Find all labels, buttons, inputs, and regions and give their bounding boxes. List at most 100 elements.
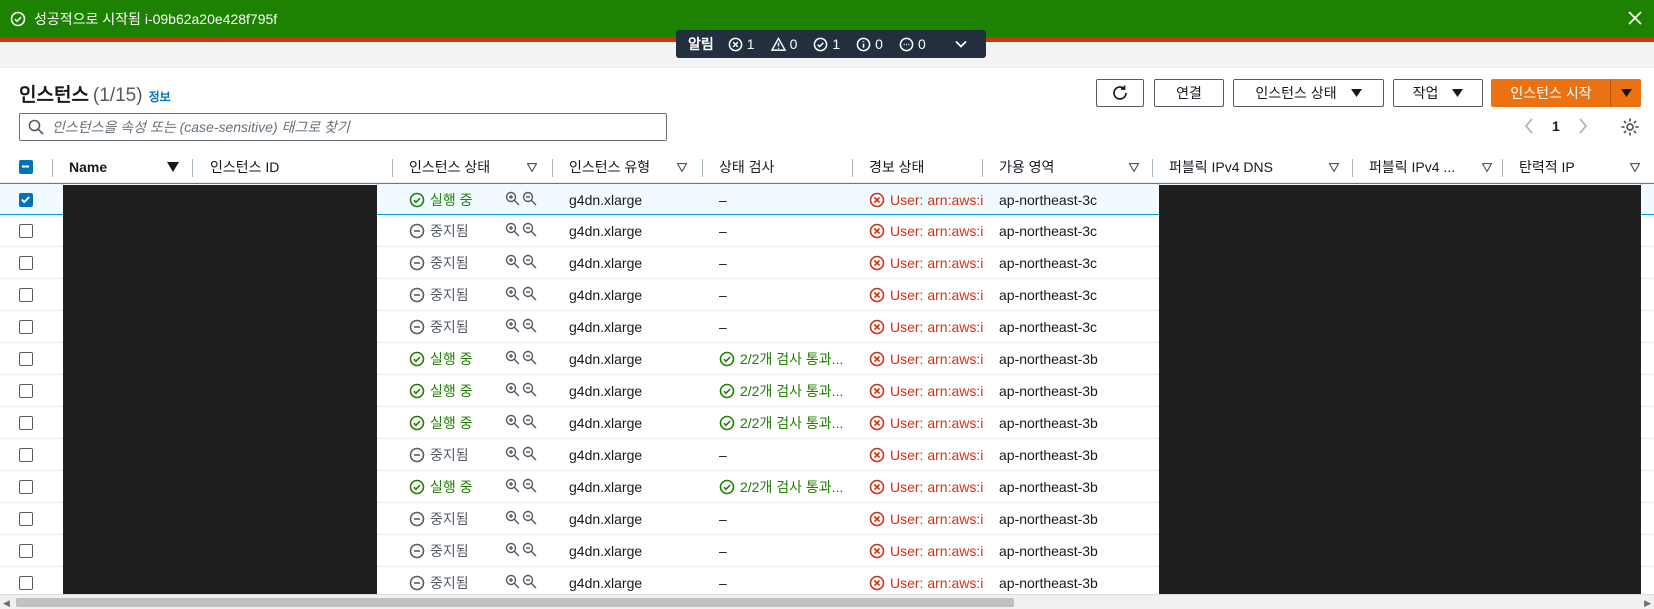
row-checkbox[interactable] [19, 576, 33, 590]
info-link[interactable]: 정보 [149, 90, 171, 104]
zoom-in-icon[interactable] [505, 542, 520, 560]
zoom-in-icon[interactable] [505, 382, 520, 400]
pending-count-item[interactable]: 0 [899, 36, 926, 52]
launch-instance-button[interactable]: 인스턴스 시작 [1491, 79, 1611, 107]
alarm-status-text[interactable]: User: arn:aws:i [890, 192, 983, 208]
zoom-in-icon[interactable] [505, 446, 520, 464]
row-checkbox[interactable] [19, 320, 33, 334]
zoom-out-icon[interactable] [522, 191, 537, 209]
sort-icon[interactable] [1129, 163, 1139, 172]
search-box[interactable] [19, 113, 667, 141]
sort-desc-icon[interactable] [167, 162, 179, 172]
column-header-status-check[interactable]: 상태 검사 [719, 151, 849, 183]
column-header-alarm-status[interactable]: 경보 상태 [869, 151, 979, 183]
instance-state-button[interactable]: 인스턴스 상태 [1233, 79, 1384, 107]
warning-count-item[interactable]: 0 [770, 36, 797, 52]
alarm-status-text[interactable]: User: arn:aws:i [890, 351, 983, 367]
column-header-elastic-ip[interactable]: 탄력적 IP [1519, 151, 1649, 183]
sort-icon[interactable] [1482, 163, 1492, 172]
column-header-public-ip[interactable]: 퍼블릭 IPv4 ... [1369, 151, 1499, 183]
sort-icon[interactable] [677, 163, 687, 172]
zoom-in-icon[interactable] [505, 574, 520, 592]
column-header-availability-zone[interactable]: 가용 영역 [999, 151, 1149, 183]
alarm-status-text[interactable]: User: arn:aws:i [890, 511, 983, 527]
scrollbar-thumb[interactable] [16, 598, 1014, 607]
alarm-status-text[interactable]: User: arn:aws:i [890, 287, 983, 303]
select-all-checkbox[interactable] [19, 160, 33, 174]
success-count-item[interactable]: 1 [813, 36, 840, 52]
zoom-out-icon[interactable] [522, 286, 537, 304]
refresh-button[interactable] [1096, 79, 1144, 107]
page-number[interactable]: 1 [1552, 118, 1560, 134]
row-checkbox[interactable] [19, 384, 33, 398]
instance-state-cell: 실행 중 [409, 343, 473, 375]
zoom-in-icon[interactable] [505, 222, 520, 240]
zoom-out-icon[interactable] [522, 350, 537, 368]
alarm-status-text[interactable]: User: arn:aws:i [890, 223, 983, 239]
zoom-out-icon[interactable] [522, 478, 537, 496]
row-checkbox[interactable] [19, 193, 33, 207]
chevron-left-icon[interactable] [1524, 118, 1534, 134]
column-header-instance-id[interactable]: 인스턴스 ID [210, 151, 390, 183]
row-checkbox[interactable] [19, 288, 33, 302]
chevron-right-icon[interactable] [1578, 118, 1588, 134]
horizontal-scrollbar[interactable]: ◀ ▶ [0, 594, 1654, 609]
notification-bar[interactable]: 알림 1 0 1 0 0 [676, 30, 986, 58]
row-checkbox[interactable] [19, 544, 33, 558]
row-checkbox[interactable] [19, 256, 33, 270]
alarm-status-text[interactable]: User: arn:aws:i [890, 479, 983, 495]
availability-zone-cell: ap-northeast-3b [999, 543, 1098, 559]
launch-options-button[interactable] [1610, 79, 1641, 107]
gear-icon[interactable] [1620, 117, 1640, 140]
zoom-in-icon[interactable] [505, 254, 520, 272]
zoom-in-icon[interactable] [505, 478, 520, 496]
sort-icon[interactable] [1329, 163, 1339, 172]
zoom-out-icon[interactable] [522, 414, 537, 432]
row-checkbox[interactable] [19, 416, 33, 430]
scroll-left-icon[interactable]: ◀ [3, 598, 10, 609]
actions-button[interactable]: 작업 [1393, 79, 1483, 107]
zoom-out-icon[interactable] [522, 574, 537, 592]
zoom-in-icon[interactable] [505, 318, 520, 336]
zoom-controls [505, 503, 537, 535]
zoom-in-icon[interactable] [505, 510, 520, 528]
zoom-out-icon[interactable] [522, 222, 537, 240]
zoom-out-icon[interactable] [522, 382, 537, 400]
search-input[interactable] [52, 119, 652, 135]
alarm-status-text[interactable]: User: arn:aws:i [890, 415, 983, 431]
column-header-instance-state[interactable]: 인스턴스 상태 [409, 151, 539, 183]
zoom-out-icon[interactable] [522, 510, 537, 528]
zoom-out-icon[interactable] [522, 318, 537, 336]
connect-button[interactable]: 연결 [1154, 79, 1224, 107]
alarm-status-text[interactable]: User: arn:aws:i [890, 447, 983, 463]
row-checkbox[interactable] [19, 480, 33, 494]
zoom-out-icon[interactable] [522, 254, 537, 272]
error-count-item[interactable]: 1 [728, 36, 755, 52]
row-checkbox[interactable] [19, 352, 33, 366]
row-checkbox[interactable] [19, 512, 33, 526]
zoom-in-icon[interactable] [505, 286, 520, 304]
alarm-status-text[interactable]: User: arn:aws:i [890, 575, 983, 591]
running-icon [409, 479, 425, 495]
close-icon[interactable] [1626, 9, 1644, 27]
row-checkbox[interactable] [19, 224, 33, 238]
zoom-in-icon[interactable] [505, 350, 520, 368]
scroll-right-icon[interactable]: ▶ [1644, 598, 1651, 609]
zoom-in-icon[interactable] [505, 191, 520, 209]
column-header-instance-type[interactable]: 인스턴스 유형 [569, 151, 699, 183]
sort-icon[interactable] [527, 163, 537, 172]
row-checkbox[interactable] [19, 448, 33, 462]
zoom-in-icon[interactable] [505, 414, 520, 432]
info-count-item[interactable]: 0 [856, 36, 883, 52]
column-header-public-dns[interactable]: 퍼블릭 IPv4 DNS [1169, 151, 1339, 183]
alarm-status-text[interactable]: User: arn:aws:i [890, 319, 983, 335]
alarm-status-text[interactable]: User: arn:aws:i [890, 543, 983, 559]
zoom-out-icon[interactable] [522, 446, 537, 464]
alarm-status-text[interactable]: User: arn:aws:i [890, 383, 983, 399]
zoom-out-icon[interactable] [522, 542, 537, 560]
chevron-down-icon[interactable] [954, 37, 968, 54]
alarm-status-text[interactable]: User: arn:aws:i [890, 255, 983, 271]
column-header-name[interactable]: Name [69, 151, 185, 183]
sort-icon[interactable] [1630, 163, 1640, 172]
alarm-status-cell: User: arn:aws:i [869, 407, 985, 439]
